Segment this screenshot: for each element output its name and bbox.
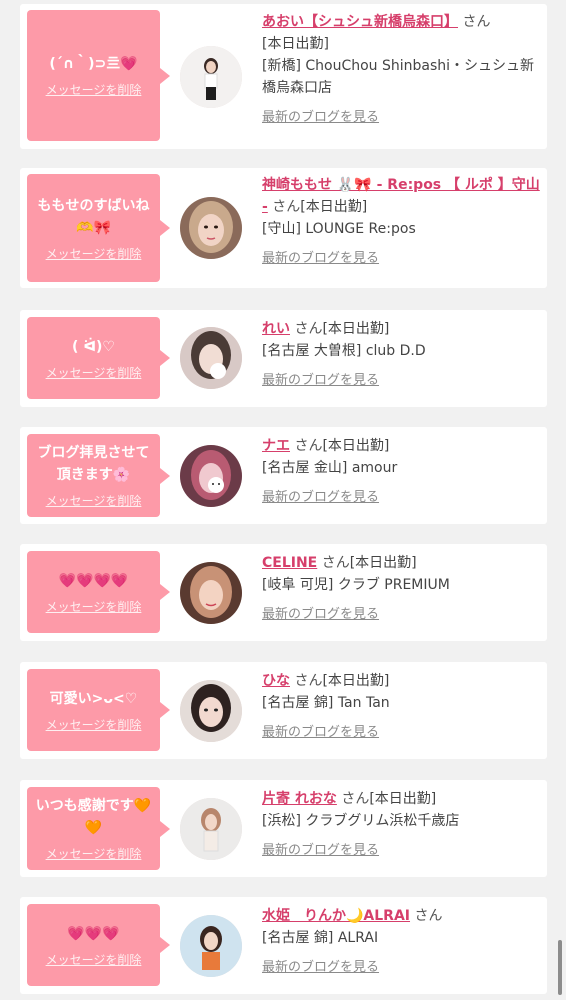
work-status: [本日出勤]	[262, 36, 329, 52]
card-info: ナエ さん[本日出勤] [名古屋 金山] amour 最新のブログを見る	[262, 435, 542, 509]
honorific: さん	[462, 14, 491, 30]
list-item: 可愛い>ᴗ<♡ メッセージを削除 ひな さん[本日出勤] [名古屋 錦] Tan…	[20, 662, 547, 759]
list-item: いつも感謝です🧡🧡 メッセージを削除 片寄 れおな さん[本日出勤] [浜松] …	[20, 780, 547, 877]
message-bubble: (´∩｀)⊃亖💗 メッセージを削除	[27, 10, 170, 141]
cast-name-link[interactable]: 水姫 りんか🌙ALRAI	[262, 908, 410, 924]
delete-message-link[interactable]: メッセージを削除	[46, 845, 142, 862]
latest-blog-link[interactable]: 最新のブログを見る	[262, 487, 379, 509]
shop-name: [名古屋 錦] Tan Tan	[262, 695, 390, 711]
card-info: 水姫 りんか🌙ALRAI さん [名古屋 錦] ALRAI 最新のブログを見る	[262, 905, 542, 979]
card-info: CELINE さん[本日出勤] [岐阜 可児] クラブ PREMIUM 最新のブ…	[262, 552, 542, 626]
message-text: 可愛い>ᴗ<♡	[49, 690, 138, 707]
delete-message-link[interactable]: メッセージを削除	[46, 81, 142, 98]
avatar[interactable]	[180, 915, 242, 977]
delete-message-link[interactable]: メッセージを削除	[46, 716, 142, 733]
honorific: さん	[414, 908, 443, 924]
delete-message-link[interactable]: メッセージを削除	[46, 492, 142, 509]
card-info: ひな さん[本日出勤] [名古屋 錦] Tan Tan 最新のブログを見る	[262, 670, 542, 744]
latest-blog-link[interactable]: 最新のブログを見る	[262, 604, 379, 626]
work-status: [本日出勤]	[300, 199, 368, 215]
latest-blog-link[interactable]: 最新のブログを見る	[262, 107, 379, 129]
latest-blog-link[interactable]: 最新のブログを見る	[262, 248, 379, 270]
latest-blog-link[interactable]: 最新のブログを見る	[262, 370, 379, 392]
message-text: ももせのすばいね🫶🎀	[37, 197, 150, 236]
work-status: [本日出勤]	[369, 791, 437, 807]
message-text: ( ᐛ)♡	[72, 338, 115, 355]
message-bubble: ( ᐛ)♡ メッセージを削除	[27, 317, 170, 399]
delete-message-link[interactable]: メッセージを削除	[46, 951, 142, 968]
delete-message-link[interactable]: メッセージを削除	[46, 245, 142, 262]
avatar[interactable]	[180, 46, 242, 108]
avatar[interactable]	[180, 197, 242, 259]
shop-name: [名古屋 錦] ALRAI	[262, 930, 379, 946]
cast-name-link[interactable]: ひな	[262, 673, 290, 689]
honorific: さん	[294, 321, 323, 337]
message-text: 💗💗💗💗	[58, 572, 129, 589]
honorific: さん	[294, 673, 323, 689]
cast-name-link[interactable]: CELINE	[262, 555, 317, 571]
latest-blog-link[interactable]: 最新のブログを見る	[262, 957, 379, 979]
shop-name: [新橋] ChouChou Shinbashi・シュシュ新橋烏森口店	[262, 58, 535, 96]
work-status: [本日出勤]	[349, 555, 417, 571]
message-bubble: ももせのすばいね🫶🎀 メッセージを削除	[27, 174, 170, 282]
shop-name: [岐阜 可児] クラブ PREMIUM	[262, 577, 450, 593]
work-status: [本日出勤]	[322, 438, 390, 454]
message-bubble: いつも感謝です🧡🧡 メッセージを削除	[27, 787, 170, 870]
shop-name: [浜松] クラブグリム浜松千歳店	[262, 813, 460, 829]
scrollbar[interactable]	[558, 940, 562, 995]
avatar[interactable]	[180, 680, 242, 742]
message-text: 💗💗💗	[67, 925, 120, 942]
delete-message-link[interactable]: メッセージを削除	[46, 598, 142, 615]
message-bubble: 💗💗💗 メッセージを削除	[27, 904, 170, 986]
shop-name: [守山] LOUNGE Re:pos	[262, 221, 416, 237]
honorific: さん	[341, 791, 370, 807]
avatar[interactable]	[180, 445, 242, 507]
work-status: [本日出勤]	[322, 673, 390, 689]
latest-blog-link[interactable]: 最新のブログを見る	[262, 840, 379, 862]
message-text: (´∩｀)⊃亖💗	[49, 56, 138, 72]
honorific: さん	[321, 555, 350, 571]
list-item: 💗💗💗💗 メッセージを削除 CELINE さん[本日出勤] [岐阜 可児] クラ…	[20, 544, 547, 641]
work-status: [本日出勤]	[322, 321, 390, 337]
card-info: 神崎ももせ 🐰🎀 - Re:pos 【 ルポ 】守山 - さん[本日出勤] [守…	[262, 174, 542, 270]
cast-name-link[interactable]: ナエ	[262, 438, 290, 454]
message-bubble: ブログ拝見させて頂きます🌸 メッセージを削除	[27, 434, 170, 517]
cast-name-link[interactable]: あおい【シュシュ新橋烏森口】	[262, 14, 458, 30]
message-bubble: 💗💗💗💗 メッセージを削除	[27, 551, 170, 633]
honorific: さん	[294, 438, 323, 454]
avatar[interactable]	[180, 798, 242, 860]
shop-name: [名古屋 大曽根] club D.D	[262, 343, 426, 359]
shop-name: [名古屋 金山] amour	[262, 460, 398, 476]
message-bubble: 可愛い>ᴗ<♡ メッセージを削除	[27, 669, 170, 751]
list-item: (´∩｀)⊃亖💗 メッセージを削除 あおい【シュシュ新橋烏森口】 さん [本日出…	[20, 4, 547, 149]
avatar[interactable]	[180, 327, 242, 389]
cast-name-link[interactable]: れい	[262, 321, 290, 337]
card-info: あおい【シュシュ新橋烏森口】 さん [本日出勤] [新橋] ChouChou S…	[262, 11, 542, 129]
list-item: ( ᐛ)♡ メッセージを削除 れい さん[本日出勤] [名古屋 大曽根] clu…	[20, 310, 547, 407]
list-item: 💗💗💗 メッセージを削除 水姫 りんか🌙ALRAI さん [名古屋 錦] ALR…	[20, 897, 547, 994]
card-info: 片寄 れおな さん[本日出勤] [浜松] クラブグリム浜松千歳店 最新のブログを…	[262, 788, 542, 862]
honorific: さん	[272, 199, 301, 215]
card-info: れい さん[本日出勤] [名古屋 大曽根] club D.D 最新のブログを見る	[262, 318, 542, 392]
cast-name-link[interactable]: 片寄 れおな	[262, 791, 337, 807]
list-item: ももせのすばいね🫶🎀 メッセージを削除 神崎ももせ 🐰🎀 - Re:pos 【 …	[20, 168, 547, 288]
latest-blog-link[interactable]: 最新のブログを見る	[262, 722, 379, 744]
list-item: ブログ拝見させて頂きます🌸 メッセージを削除 ナエ さん[本日出勤] [名古屋 …	[20, 427, 547, 524]
message-text: いつも感謝です🧡🧡	[35, 798, 152, 836]
message-text: ブログ拝見させて頂きます🌸	[37, 445, 150, 483]
avatar[interactable]	[180, 562, 242, 624]
delete-message-link[interactable]: メッセージを削除	[46, 364, 142, 381]
